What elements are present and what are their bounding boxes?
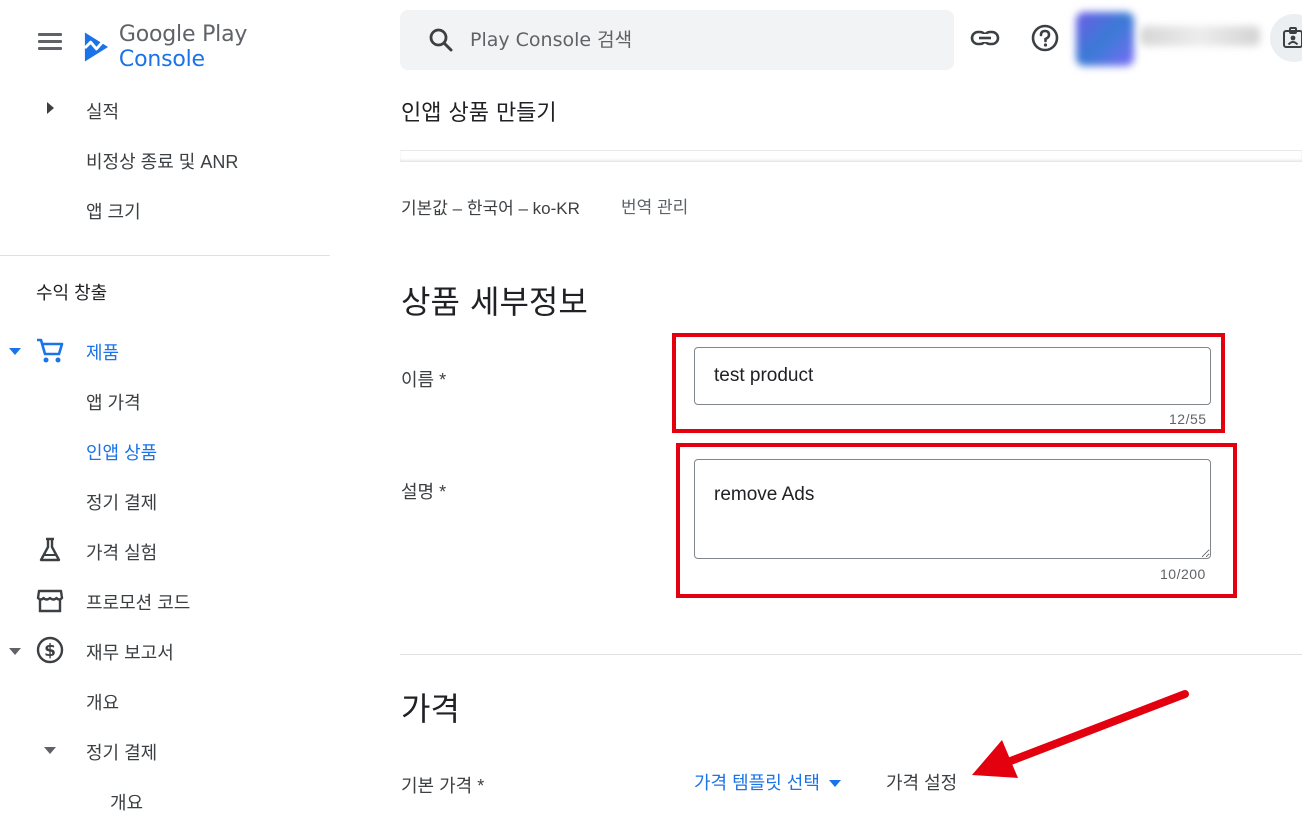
description-char-counter: 10/200: [1160, 566, 1206, 582]
sidebar-section-monetize: 수익 창출: [36, 283, 108, 303]
sidebar-item-label: 정기 결제: [86, 493, 158, 513]
play-console-logo[interactable]: Google Play Console: [82, 22, 332, 72]
sidebar-item-financial-subscriptions[interactable]: 정기 결제: [86, 739, 157, 765]
sidebar-item-financial-reports[interactable]: 재무 보고서: [86, 639, 174, 665]
developer-account-name-blurred[interactable]: [1140, 26, 1260, 46]
cart-icon: [37, 338, 64, 363]
set-price-button[interactable]: 가격 설정: [886, 769, 957, 795]
sidebar-item-in-app-products[interactable]: 인앱 상품: [86, 439, 157, 465]
sidebar-item-label: 실적: [86, 102, 120, 122]
sidebar-item-label: 정기 결제: [86, 743, 158, 763]
product-description-input[interactable]: remove Ads: [694, 459, 1211, 559]
sidebar-item-label: 앱 크기: [86, 202, 141, 222]
dropdown-arrow-icon: [828, 779, 841, 787]
collapse-arrow-icon[interactable]: [44, 747, 56, 754]
sidebar-item-label: 재무 보고서: [86, 643, 174, 663]
annotation-arrow: [972, 690, 1189, 778]
section-divider: [400, 654, 1302, 655]
link-icon[interactable]: [969, 22, 1001, 54]
pricing-heading: 가격: [401, 690, 460, 728]
sidebar-item-promo-codes[interactable]: 프로모션 코드: [86, 589, 190, 615]
sidebar-item-label: 인앱 상품: [86, 443, 158, 463]
base-price-label: 기본 가격 *: [401, 776, 485, 796]
sidebar-item-label: 앱 가격: [86, 393, 141, 413]
sidebar-item-price-experiments[interactable]: 가격 실험: [86, 539, 157, 565]
sidebar-item-label: 가격 실험: [86, 543, 158, 563]
collapse-arrow-icon[interactable]: [9, 348, 21, 355]
manage-translations-link[interactable]: 번역 관리: [621, 193, 688, 218]
sidebar-item-app-pricing[interactable]: 앱 가격: [86, 389, 141, 415]
developer-account-avatar[interactable]: [1076, 12, 1134, 66]
sidebar-item-subscriptions-overview[interactable]: 개요: [110, 789, 143, 815]
sidebar-item-products[interactable]: 제품: [86, 339, 119, 365]
description-field-label: 설명 *: [401, 482, 447, 502]
search-input[interactable]: [470, 29, 890, 51]
sidebar-item-label: 개요: [110, 793, 144, 813]
sidebar-item-app-size[interactable]: 앱 크기: [86, 198, 141, 224]
default-language-label: 기본값 – 한국어 – ko-KR: [401, 199, 580, 218]
sidebar-item-label: 비정상 종료 및 ANR: [86, 152, 239, 172]
sidebar-item-label: 제품: [86, 343, 120, 363]
name-char-counter: 12/55: [1169, 411, 1207, 427]
collapse-arrow-icon[interactable]: [9, 648, 21, 655]
product-name-input[interactable]: [694, 347, 1211, 405]
play-console-logo-icon: [83, 32, 109, 62]
sidebar-item-label: 개요: [86, 693, 120, 713]
id-badge-icon: [1283, 27, 1302, 48]
menu-icon[interactable]: [30, 24, 70, 58]
sidebar-item-financial-overview[interactable]: 개요: [86, 689, 119, 715]
search-bar[interactable]: [400, 10, 954, 70]
help-icon[interactable]: [1029, 22, 1061, 54]
sidebar-item-label: 프로모션 코드: [86, 593, 191, 613]
header-divider: [400, 150, 1302, 162]
dollar-circle-icon: $: [36, 636, 64, 664]
sidebar-nav: Google Play Console 실적 비정상 종료 및 ANR 앱 크기…: [0, 0, 332, 820]
price-template-dropdown[interactable]: 가격 템플릿 선택: [694, 769, 841, 795]
flask-icon: [39, 537, 61, 562]
sidebar-item-crashes-anr[interactable]: 비정상 종료 및 ANR: [86, 148, 238, 174]
sidebar-divider: [0, 255, 330, 256]
svg-text:$: $: [44, 641, 56, 661]
name-field-label: 이름 *: [401, 370, 447, 390]
sidebar-item-vitals[interactable]: 실적: [86, 98, 119, 124]
product-details-heading: 상품 세부정보: [401, 283, 588, 321]
profile-button[interactable]: [1270, 14, 1302, 62]
page-title: 인앱 상품 만들기: [401, 101, 557, 126]
logo-text: Google Play Console: [118, 22, 248, 72]
price-template-label: 가격 템플릿 선택: [694, 773, 820, 793]
sidebar-item-subscriptions[interactable]: 정기 결제: [86, 489, 157, 515]
expand-arrow-icon[interactable]: [47, 102, 54, 114]
search-icon: [429, 28, 453, 52]
storefront-icon: [36, 589, 64, 613]
